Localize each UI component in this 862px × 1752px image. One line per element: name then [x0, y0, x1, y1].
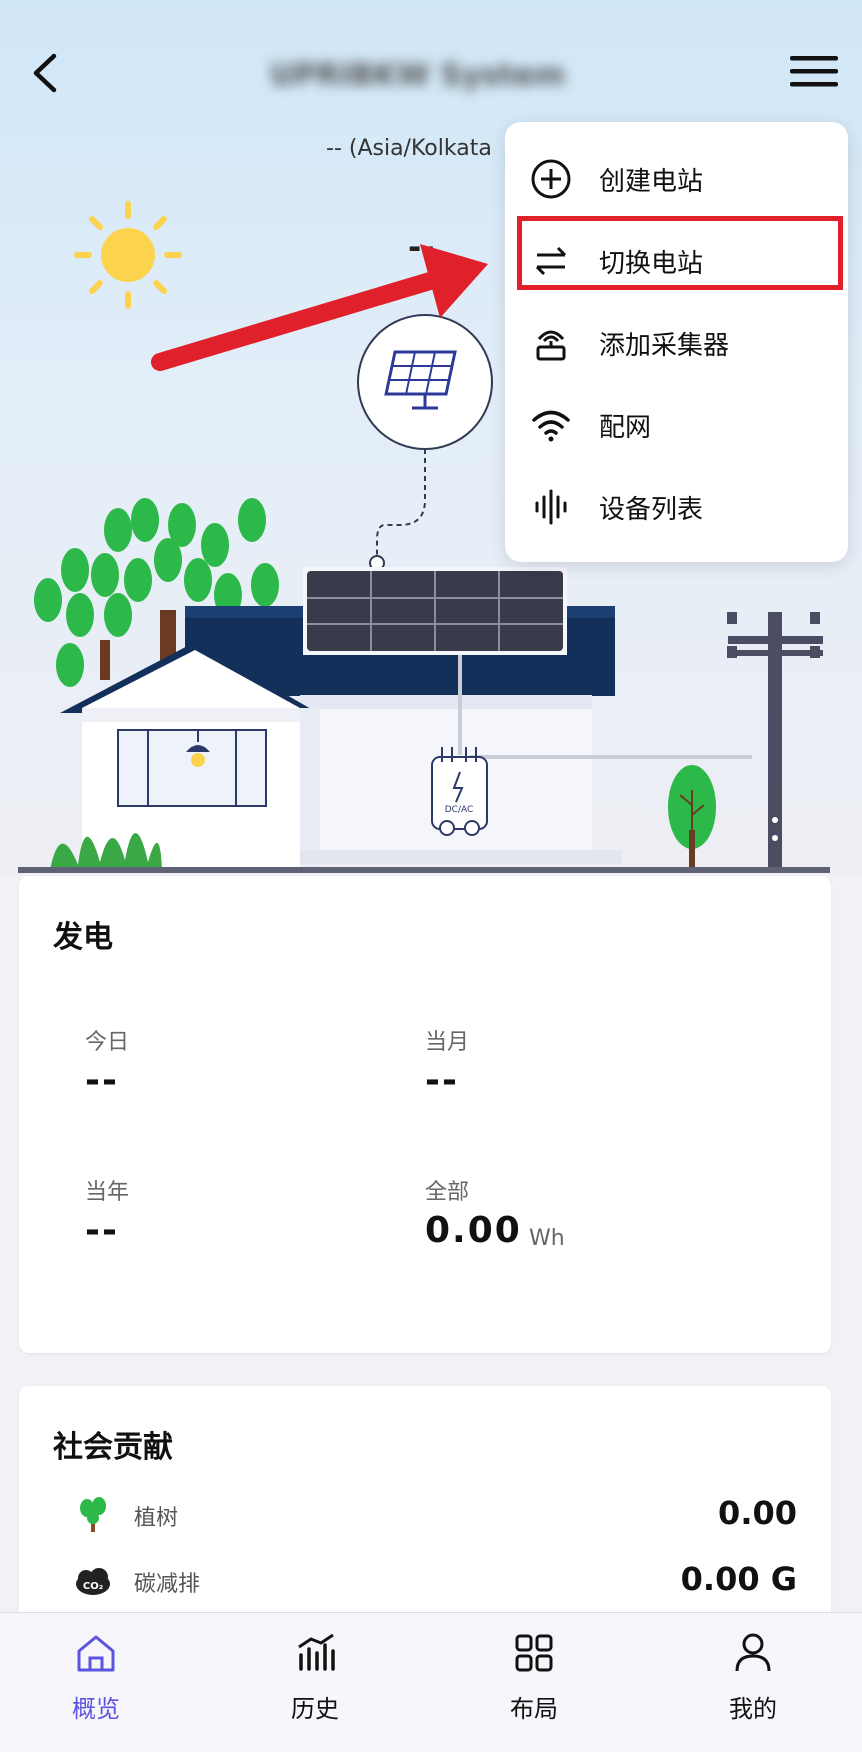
month-label: 当月: [425, 1030, 470, 1055]
today-value: --: [85, 1060, 119, 1101]
router-icon: [527, 319, 575, 367]
year-value: --: [85, 1210, 119, 1251]
generation-title: 发电: [53, 920, 113, 955]
sun-icon: [74, 201, 182, 309]
total-value: 0.00: [425, 1210, 522, 1251]
co2-value: 0.00 G: [680, 1560, 797, 1598]
social-contribution-card: 社会贡献 植树 0.00 CO₂ 碳减排 0.00 G: [19, 1386, 831, 1626]
tab-label: 概览: [72, 1695, 120, 1723]
bar-chart-icon: [298, 1633, 335, 1671]
roof-solar-panel: [303, 567, 567, 655]
menu-button[interactable]: [786, 50, 842, 94]
timezone-text: -- (Asia/Kolkata: [326, 136, 492, 161]
total-label: 全部: [425, 1180, 470, 1205]
hamburger-menu-icon: [790, 56, 838, 87]
menu-item-create-station[interactable]: 创建电站: [505, 140, 848, 218]
tab-history[interactable]: 历史: [255, 1631, 375, 1731]
generation-card: 发电 今日 -- 当月 -- 当年 -- 全部 0.00 Wh: [19, 876, 831, 1353]
utility-pole: [727, 612, 823, 870]
tree-icon: [73, 1494, 113, 1534]
today-label: 今日: [85, 1030, 130, 1055]
social-row-co2: CO₂ 碳减排 0.00 G: [19, 1552, 831, 1608]
tab-overview[interactable]: 概览: [36, 1631, 156, 1731]
co2-label: 碳减排: [134, 1572, 201, 1597]
person-icon: [735, 1633, 771, 1672]
current-power-value: --: [408, 228, 435, 266]
tab-mine[interactable]: 我的: [693, 1631, 813, 1731]
bottom-tab-bar: 概览 历史 布局 我的: [0, 1612, 862, 1752]
month-value: --: [425, 1060, 459, 1101]
co2-text: CO₂: [83, 1581, 103, 1592]
menu-item-label: 创建电站: [599, 166, 704, 197]
waveform-icon: [527, 483, 575, 531]
trees-value: 0.00: [718, 1494, 797, 1532]
station-menu-dropdown: 创建电站 切换电站 添加采集器 配网 设备列表: [505, 122, 848, 562]
small-tree-illustration: [668, 765, 716, 870]
trees-label: 植树: [134, 1506, 179, 1531]
tab-layout[interactable]: 布局: [474, 1631, 594, 1731]
total-unit: Wh: [529, 1226, 565, 1251]
menu-item-add-collector[interactable]: 添加采集器: [505, 304, 848, 382]
menu-item-label: 配网: [599, 412, 652, 443]
menu-item-label: 设备列表: [599, 494, 704, 525]
co2-icon: CO₂: [73, 1560, 113, 1600]
chevron-left-icon: [33, 53, 57, 93]
social-title: 社会贡献: [53, 1430, 173, 1465]
inverter-device: DC/AC: [431, 747, 488, 836]
menu-item-network-config[interactable]: 配网: [505, 386, 848, 464]
menu-item-device-list[interactable]: 设备列表: [505, 468, 848, 546]
plus-circle-icon: [527, 155, 575, 203]
solar-panel-icon: [357, 314, 493, 450]
wifi-icon: [527, 401, 575, 449]
menu-item-switch-station[interactable]: 切换电站: [505, 222, 848, 300]
tab-label: 历史: [291, 1695, 339, 1723]
swap-arrows-icon: [527, 237, 575, 285]
tab-label: 我的: [729, 1695, 777, 1723]
station-title: UPRIBKW System: [270, 58, 566, 93]
menu-item-label: 添加采集器: [599, 330, 730, 361]
grid-icon: [515, 1634, 553, 1672]
back-button[interactable]: [22, 46, 72, 100]
inverter-label: DC/AC: [445, 805, 474, 815]
social-row-trees: 植树 0.00: [19, 1486, 831, 1542]
menu-item-label: 切换电站: [599, 248, 704, 279]
year-label: 当年: [85, 1180, 130, 1205]
home-icon: [77, 1635, 115, 1672]
tab-label: 布局: [510, 1695, 558, 1723]
